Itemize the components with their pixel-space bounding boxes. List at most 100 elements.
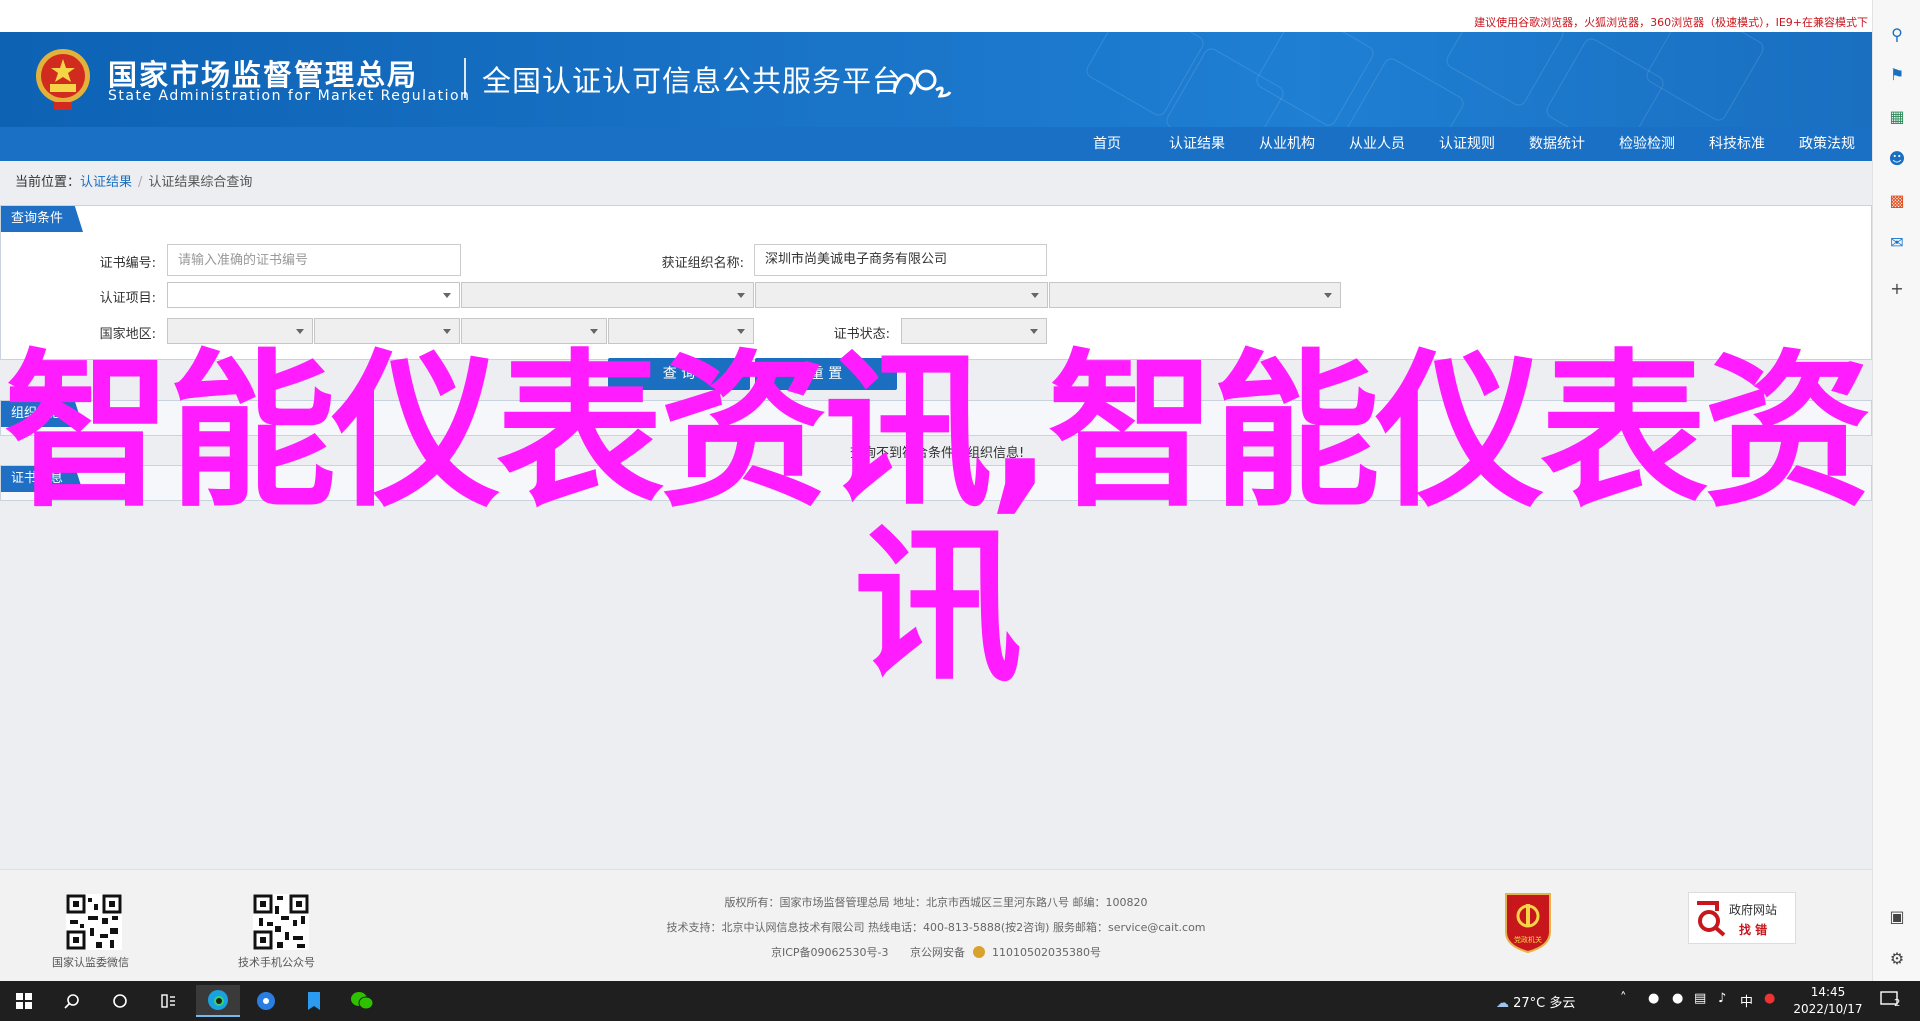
breadcrumb-prefix: 当前位置： [15,175,81,190]
wechat-icon[interactable] [340,985,384,1017]
cert-results-panel: 证书信息 [0,465,1872,501]
app-icon[interactable] [292,985,336,1017]
weather-widget[interactable]: ☁ 27°C 多云 [1496,992,1575,1011]
breadcrumb-separator: / [138,175,143,190]
search-icon[interactable] [50,985,94,1017]
region-label: 国家地区: [99,327,156,342]
search-button[interactable]: 查 询 [608,358,750,390]
outlook-icon[interactable]: ✉ [1887,232,1907,252]
gov-badge-error: 找 错 [1739,923,1768,937]
network-icon[interactable]: ● [1648,991,1659,1006]
icp-link[interactable]: 京ICP备09062530号-3 [771,946,889,959]
cert-status-label: 证书状态: [833,327,890,342]
gov-website-badge[interactable]: 政府网站 找 错 [1688,892,1796,944]
cert-project-select-4[interactable] [1049,282,1341,308]
footer-support: 技术支持：北京中认网信息技术有限公司 热线电话：400-813-5888(按2咨… [666,921,1206,934]
task-view-icon[interactable] [98,985,142,1017]
chevron-down-icon [1031,293,1039,298]
clock[interactable]: 14:45 2022/10/17 [1788,984,1868,1018]
party-badge-label: 党政机关 [1514,935,1542,944]
site-footer: 国家认监委微信 技术手机公众号 版权所有：国家市场监督管理总局 地址：北京市西城… [0,869,1872,981]
volume-icon[interactable]: ♪ [1718,991,1726,1006]
cert-status-select[interactable] [901,318,1047,344]
notification-center-icon[interactable]: 2 [1880,990,1904,1010]
breadcrumb-current: 认证结果综合查询 [148,175,253,190]
media-player-icon[interactable] [244,985,288,1017]
no-results-hint: 查询不到符合条件的组织信息! [850,446,1025,461]
header-divider [464,58,466,98]
breadcrumb-link-cert-results[interactable]: 认证结果 [80,175,132,190]
chevron-down-icon [443,329,451,334]
clock-time: 14:45 [1810,985,1846,999]
weather-text: 27°C 多云 [1513,996,1576,1011]
party-govt-badge-icon[interactable]: 党政机关 [1502,892,1554,954]
org-results-panel: 组织信息 [0,400,1872,436]
org-results-tab: 组织信息 [1,401,84,427]
region-select-1[interactable] [167,318,313,344]
gov-badge-title: 政府网站 [1729,903,1778,917]
query-panel: 查询条件 证书编号: 获证组织名称: 深圳市尚美诚电子商务有限公司 认证项目: … [0,205,1872,390]
browser-recommendation-notice: 建议使用谷歌浏览器，火狐浏览器，360浏览器（极速模式），IE9+在兼容模式下 [1474,16,1868,29]
main-nav-bar: 首页 认证结果 从业机构 从业人员 认证规则 数据统计 检验检测 科技标准 政策… [0,127,1872,161]
browser-page: 建议使用谷歌浏览器，火狐浏览器，360浏览器（极速模式），IE9+在兼容模式下 … [0,0,1872,981]
plus-icon[interactable]: + [1887,278,1907,298]
antivirus-icon[interactable]: ● [1764,991,1775,1006]
chevron-down-icon [737,293,745,298]
start-icon[interactable] [2,985,46,1017]
nav-inspection[interactable]: 检验检测 [1602,127,1692,161]
settings-icon[interactable]: ⚙ [1887,948,1907,968]
ime-indicator[interactable]: 中 [1740,991,1753,1010]
cert-project-select-3[interactable] [755,282,1048,308]
nav-cert-results[interactable]: 认证结果 [1152,127,1242,161]
cert-no-input[interactable] [167,244,461,276]
search-icon[interactable]: ⚲ [1887,24,1907,44]
region-select-4[interactable] [608,318,754,344]
tag-icon[interactable]: ⚑ [1887,64,1907,84]
cert-project-select-2[interactable] [461,282,754,308]
footer-registration: 京ICP备09062530号-3 京公网安备 11010502035380号 [0,944,1872,960]
chevron-down-icon [590,329,598,334]
reset-button[interactable]: 重 置 [755,358,897,390]
police-badge-icon [972,946,985,958]
region-select-2[interactable] [314,318,460,344]
people-icon[interactable]: ☻ [1887,148,1907,168]
wechat-tray-icon[interactable]: ● [1672,991,1683,1006]
chevron-down-icon [443,293,451,298]
breadcrumb: 当前位置：认证结果 / 认证结果综合查询 [15,171,252,190]
magnifier-icon [1697,901,1726,937]
nav-standards[interactable]: 科技标准 [1692,127,1782,161]
display-icon[interactable]: ▤ [1694,991,1706,1006]
police-label: 京公网安备 [910,946,966,959]
nav-policies[interactable]: 政策法规 [1782,127,1872,161]
nav-home[interactable]: 首页 [1062,127,1152,161]
nav-statistics[interactable]: 数据统计 [1512,127,1602,161]
window-icon[interactable]: ▣ [1887,906,1907,926]
national-emblem-icon [36,49,90,110]
cert-project-select-1[interactable] [167,282,460,308]
agency-name-en: State Administration for Market Regulati… [108,88,471,104]
nav-institutions[interactable]: 从业机构 [1242,127,1332,161]
org-name-label: 获证组织名称: [661,256,744,271]
cert-project-label: 认证项目: [99,291,156,306]
police-number-link[interactable]: 11010502035380号 [992,946,1101,959]
briefcase-icon[interactable]: ▦ [1887,106,1907,126]
chevron-down-icon [1030,329,1038,334]
chevron-up-icon[interactable]: ˄ [1620,991,1627,1006]
query-panel-tab: 查询条件 [1,206,84,232]
edge-browser-icon[interactable] [196,985,240,1017]
region-select-3[interactable] [461,318,607,344]
top-notice-bar: 建议使用谷歌浏览器，火狐浏览器，360浏览器（极速模式），IE9+在兼容模式下 [0,0,1872,32]
org-name-input[interactable]: 深圳市尚美诚电子商务有限公司 [754,244,1047,276]
office-icon[interactable]: ▩ [1887,190,1907,210]
footer-copyright: 版权所有：国家市场监督管理总局 地址：北京市西城区三里河东路八号 邮编：1008… [724,896,1148,909]
browser-edge-sidebar: ⚲ ⚑ ▦ ☻ ▩ ✉ + ▣ ⚙ [1872,0,1920,981]
chevron-down-icon [296,329,304,334]
widgets-icon[interactable] [146,985,190,1017]
site-header: 国家市场监督管理总局 State Administration for Mark… [0,32,1872,127]
cert-results-tab: 证书信息 [1,466,84,492]
certification-logo-icon [892,69,952,98]
platform-title: 全国认证认可信息公共服务平台 [482,64,903,98]
chevron-down-icon [737,329,745,334]
nav-personnel[interactable]: 从业人员 [1332,127,1422,161]
nav-cert-rules[interactable]: 认证规则 [1422,127,1512,161]
